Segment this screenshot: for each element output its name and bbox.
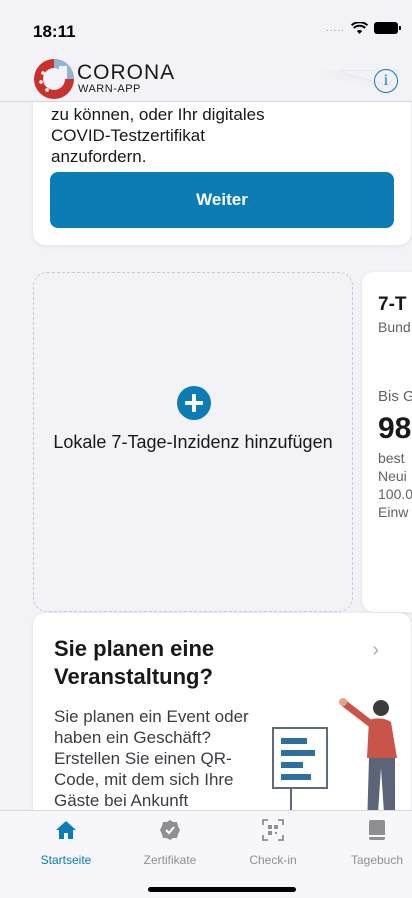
- event-card-text: Sie planen ein Event oder haben ein Gesc…: [54, 707, 249, 810]
- chevron-right-icon: ›: [372, 639, 379, 661]
- add-circle-icon: [177, 386, 211, 420]
- stat-date: Bis G: [378, 388, 412, 405]
- home-icon: [56, 821, 76, 839]
- diary-icon: [369, 820, 385, 840]
- incidence-stat-card[interactable]: 7-T Bund Bis G 98 best Neui 100.0 Einw: [362, 272, 412, 612]
- tab-zertifikate[interactable]: Zertifikate: [125, 819, 215, 867]
- corona-warn-app-logo-icon: [34, 59, 74, 99]
- continue-button[interactable]: Weiter: [50, 172, 394, 228]
- brand-title: CORONA: [77, 61, 176, 84]
- tab-label-check-in: Check-in: [249, 853, 297, 867]
- event-card-title: Sie planen eine Veranstaltung?: [54, 636, 215, 689]
- add-local-incidence-card[interactable]: Lokale 7-Tage-Inzidenz hinzufügen: [33, 272, 353, 612]
- certificate-icon: [160, 820, 180, 840]
- stat-title: 7-T: [378, 294, 407, 315]
- stat-value: 98: [378, 412, 412, 445]
- home-indicator: [148, 887, 296, 892]
- tab-check-in[interactable]: Check-in: [228, 819, 318, 867]
- tab-bar: Startseite Zertifikate Check-in Tagebuch: [0, 810, 412, 898]
- stat-description: best Neui 100.0 Einw: [378, 450, 412, 520]
- app-header: CORONA WARN-APP i: [0, 52, 412, 102]
- event-planning-card[interactable]: Sie planen eine Veranstaltung? › Sie pla…: [33, 613, 411, 810]
- tab-startseite[interactable]: Startseite: [21, 819, 111, 867]
- tab-label-startseite: Startseite: [40, 853, 92, 867]
- tab-tagebuch[interactable]: Tagebuch: [332, 819, 412, 867]
- tab-label-zertifikate: Zertifikate: [143, 853, 197, 867]
- tab-label-tagebuch: Tagebuch: [350, 853, 404, 867]
- test-card-text: zu können, oder Ihr digitales COVID-Test…: [51, 105, 265, 166]
- qr-scan-icon: [262, 819, 284, 841]
- brand-subtitle: WARN-APP: [78, 83, 141, 95]
- home-scroll-view[interactable]: zu können, oder Ihr digitales COVID-Test…: [0, 0, 412, 810]
- presenter-illustration-icon: [272, 698, 397, 810]
- info-button[interactable]: i: [374, 69, 398, 93]
- stat-subtitle: Bund: [378, 319, 411, 335]
- add-local-incidence-label: Lokale 7-Tage-Inzidenz hinzufügen: [53, 432, 333, 452]
